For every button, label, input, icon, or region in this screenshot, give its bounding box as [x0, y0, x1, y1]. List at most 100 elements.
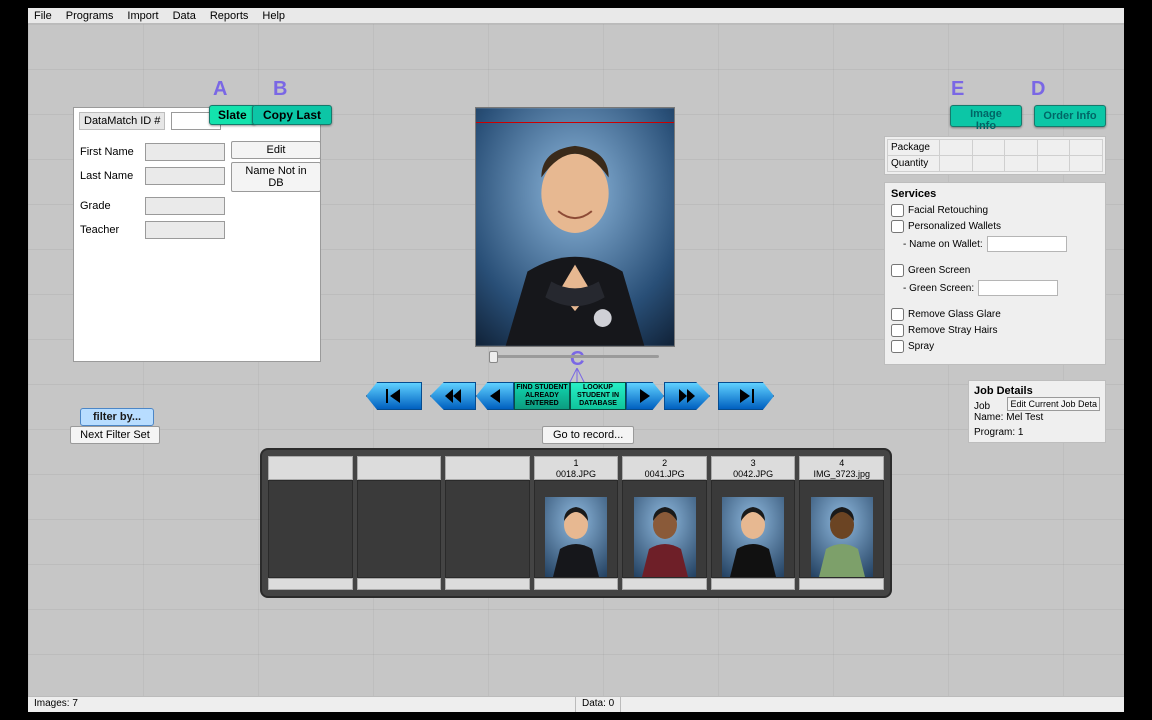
order-info-button[interactable]: Order Info	[1034, 105, 1106, 127]
copy-last-button[interactable]: Copy Last	[252, 105, 332, 125]
services-panel: Services Facial Retouching Personalized …	[884, 182, 1106, 365]
thumbnail-image	[711, 480, 796, 578]
menu-bar[interactable]: File Programs Import Data Reports Help	[28, 8, 1124, 24]
thumbnail-footer	[711, 578, 796, 590]
facial-retouching-label: Facial Retouching	[908, 205, 988, 216]
thumbnail-image	[268, 480, 353, 578]
thumbnail-cell[interactable]	[357, 456, 442, 590]
last-name-label: Last Name	[80, 170, 145, 182]
job-name-value: Mel Test	[1006, 412, 1043, 423]
package-grid: Package Quantity	[884, 136, 1106, 175]
remove-stray-hairs-checkbox[interactable]	[891, 324, 904, 337]
thumbnail-caption	[357, 456, 442, 480]
filter-by-button[interactable]: filter by...	[80, 408, 154, 426]
thumbnail-caption: 10018.JPG	[534, 456, 619, 480]
image-info-button[interactable]: Image Info	[950, 105, 1022, 127]
menu-import[interactable]: Import	[127, 10, 158, 22]
thumbnail-cell[interactable]	[445, 456, 530, 590]
first-name-label: First Name	[80, 146, 145, 158]
thumbnail-cell[interactable]	[268, 456, 353, 590]
program-value: 1	[1018, 427, 1024, 438]
thumbnail-cell[interactable]: 30042.JPG	[711, 456, 796, 590]
teacher-input[interactable]	[145, 221, 225, 239]
nav-fast-back-button[interactable]	[430, 382, 476, 410]
remove-glass-glare-checkbox[interactable]	[891, 308, 904, 321]
thumbnail-footer	[357, 578, 442, 590]
thumbnail-caption: 4IMG_3723.jpg	[799, 456, 884, 480]
menu-data[interactable]: Data	[173, 10, 196, 22]
status-bar: Images: 7 Data: 0	[28, 696, 1124, 712]
last-name-input[interactable]	[145, 167, 225, 185]
thumbnail-cell[interactable]: 20041.JPG	[622, 456, 707, 590]
program-label: Program:	[974, 427, 1015, 438]
nav-first-button[interactable]	[366, 382, 422, 410]
thumbnail-image	[357, 480, 442, 578]
status-data: Data: 0	[576, 697, 621, 712]
main-photo	[475, 107, 675, 347]
thumbnail-cell[interactable]: 4IMG_3723.jpg	[799, 456, 884, 590]
edit-button[interactable]: Edit	[231, 141, 321, 159]
thumbnail-caption	[445, 456, 530, 480]
package-label: Package	[888, 140, 940, 156]
zoom-slider[interactable]	[489, 352, 659, 360]
lookup-student-button[interactable]: LOOKUP STUDENT IN DATABASE	[570, 382, 626, 410]
thumbnail-image	[445, 480, 530, 578]
grade-input[interactable]	[145, 197, 225, 215]
name-on-wallet-label: - Name on Wallet:	[903, 239, 983, 250]
green-screen-sub-label: - Green Screen:	[903, 283, 974, 294]
zoom-thumb[interactable]	[489, 351, 498, 363]
name-on-wallet-input[interactable]	[987, 236, 1067, 252]
thumbnail-cell[interactable]: 10018.JPG	[534, 456, 619, 590]
status-images: Images: 7	[28, 697, 576, 712]
next-filter-set-button[interactable]: Next Filter Set	[70, 426, 160, 444]
quantity-label: Quantity	[888, 156, 940, 172]
nav-fast-fwd-button[interactable]	[664, 382, 710, 410]
portrait-icon	[476, 108, 674, 346]
thumbnail-image	[622, 480, 707, 578]
menu-reports[interactable]: Reports	[210, 10, 249, 22]
thumbnail-footer	[445, 578, 530, 590]
first-name-input[interactable]	[145, 143, 225, 161]
green-screen-label: Green Screen	[908, 265, 970, 276]
green-screen-input[interactable]	[978, 280, 1058, 296]
edit-job-button[interactable]: Edit Current Job Deta	[1007, 397, 1100, 411]
datamatch-id-label: DataMatch ID #	[79, 112, 165, 130]
personalized-wallets-checkbox[interactable]	[891, 220, 904, 233]
record-nav: FIND STUDENT ALREADY ENTERED LOOKUP STUD…	[366, 381, 786, 411]
job-details-title: Job Details	[974, 385, 1033, 397]
job-details-panel: Job Details Edit Current Job Deta Job Na…	[968, 380, 1106, 443]
thumbnail-strip: 10018.JPG20041.JPG30042.JPG4IMG_3723.jpg	[260, 448, 892, 598]
menu-file[interactable]: File	[34, 10, 52, 22]
app-window: File Programs Import Data Reports Help A…	[28, 8, 1124, 712]
remove-stray-hairs-label: Remove Stray Hairs	[908, 325, 997, 336]
services-title: Services	[891, 188, 1099, 200]
thumbnail-image	[799, 480, 884, 578]
menu-help[interactable]: Help	[262, 10, 285, 22]
thumbnail-footer	[799, 578, 884, 590]
thumbnail-image	[534, 480, 619, 578]
name-not-in-db-button[interactable]: Name Not in DB	[231, 162, 321, 192]
thumbnail-caption: 30042.JPG	[711, 456, 796, 480]
thumbnail-footer	[534, 578, 619, 590]
thumbnail-caption	[268, 456, 353, 480]
thumbnail-footer	[622, 578, 707, 590]
menu-programs[interactable]: Programs	[66, 10, 114, 22]
nav-last-button[interactable]	[718, 382, 774, 410]
remove-glass-glare-label: Remove Glass Glare	[908, 309, 1001, 320]
spray-label: Spray	[908, 341, 934, 352]
grade-label: Grade	[80, 200, 145, 212]
teacher-label: Teacher	[80, 224, 145, 236]
thumbnail-footer	[268, 578, 353, 590]
green-screen-checkbox[interactable]	[891, 264, 904, 277]
nav-prev-button[interactable]	[476, 382, 514, 410]
crop-line	[476, 122, 674, 123]
personalized-wallets-label: Personalized Wallets	[908, 221, 1001, 232]
go-to-record-button[interactable]: Go to record...	[542, 426, 634, 444]
spray-checkbox[interactable]	[891, 340, 904, 353]
find-student-button[interactable]: FIND STUDENT ALREADY ENTERED	[514, 382, 570, 410]
job-name-label: Job Name:	[974, 401, 1003, 423]
nav-next-button[interactable]	[626, 382, 664, 410]
slate-button[interactable]: Slate	[209, 105, 256, 125]
facial-retouching-checkbox[interactable]	[891, 204, 904, 217]
thumbnail-caption: 20041.JPG	[622, 456, 707, 480]
